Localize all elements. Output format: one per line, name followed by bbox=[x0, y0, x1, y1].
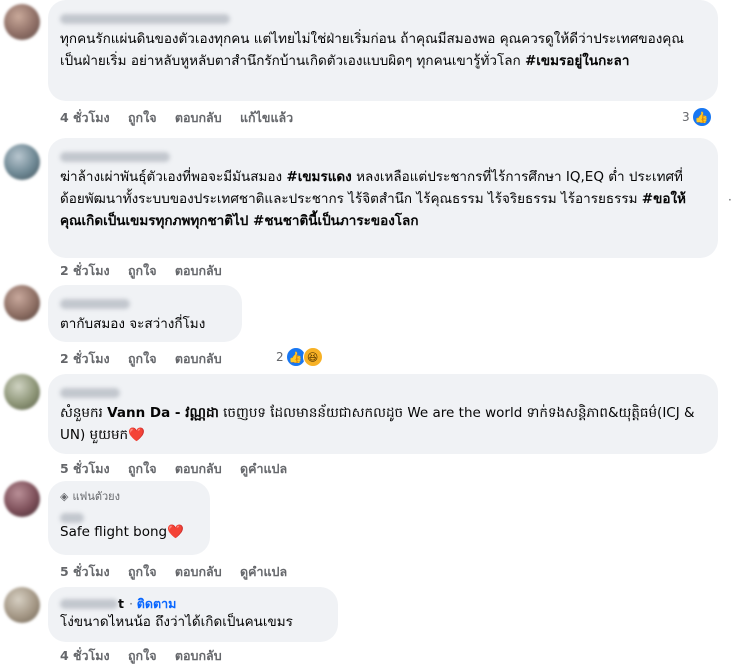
comment-text: โง่ขนาดไหนน้อ ถึงว่าได้เกิดเป็นคนเขมร bbox=[60, 614, 293, 630]
avatar[interactable] bbox=[4, 144, 40, 180]
thumbs-up-icon: 👍 bbox=[691, 107, 712, 127]
reaction-summary[interactable]: 2 👍 😆 bbox=[276, 347, 323, 367]
comment-actions: 2 ชั่วโมง ถูกใจ ตอบกลับ bbox=[60, 261, 236, 281]
timestamp[interactable]: 2 ชั่วโมง bbox=[60, 351, 110, 366]
heart-emoji: ❤️ bbox=[167, 524, 184, 540]
comment-bubble: ทุกคนรักแผ่นดินของตัวเองทุกคน แต่ไทยไม่ใ… bbox=[48, 0, 718, 101]
author-name[interactable] bbox=[60, 146, 706, 162]
avatar[interactable] bbox=[4, 481, 40, 517]
avatar[interactable] bbox=[4, 285, 40, 321]
more-dots-icon[interactable]: · bbox=[728, 193, 732, 207]
timestamp[interactable]: 2 ชั่วโมง bbox=[60, 263, 110, 278]
mention-link[interactable]: Vann Da - វណ្ណដា bbox=[107, 405, 219, 421]
hashtag-link[interactable]: #เขมรแดง bbox=[286, 169, 351, 185]
translate-link[interactable]: ดูคำแปล bbox=[240, 461, 287, 476]
comment-actions: 2 ชั่วโมง ถูกใจ ตอบกลับ bbox=[60, 349, 236, 369]
edited-label[interactable]: แก้ไขแล้ว bbox=[240, 110, 293, 125]
comment-text: ตากับสมอง จะสว่างกี่โมง bbox=[60, 316, 206, 332]
hashtag-link[interactable]: #เขมรอยู่ในกะลา bbox=[525, 53, 629, 69]
reply-button[interactable]: ตอบกลับ bbox=[175, 263, 222, 278]
comment-text: ทุกคนรักแผ่นดินของตัวเองทุกคน แต่ไทยไม่ใ… bbox=[60, 31, 684, 69]
like-button[interactable]: ถูกใจ bbox=[128, 351, 157, 366]
author-name[interactable] bbox=[60, 507, 198, 523]
reply-button[interactable]: ตอบกลับ bbox=[175, 351, 222, 366]
badge-row: ◈ แฟนตัวยง bbox=[60, 487, 198, 505]
reaction-count: 2 bbox=[276, 350, 284, 364]
author-name[interactable] bbox=[60, 382, 706, 398]
reaction-summary[interactable]: 3 👍 bbox=[682, 107, 712, 127]
comment-bubble: ฆ่าล้างเผ่าพันธุ์ตัวเองที่พอจะมีมันสมอง … bbox=[48, 138, 718, 258]
reply-button[interactable]: ตอบกลับ bbox=[175, 461, 222, 476]
author-name[interactable] bbox=[60, 8, 706, 24]
author-name[interactable]: t · ติดตาม bbox=[60, 593, 326, 611]
translate-link[interactable]: ดูคำแปล bbox=[240, 564, 287, 579]
diamond-icon: ◈ bbox=[60, 489, 69, 503]
comment-bubble: t · ติดตาม โง่ขนาดไหนน้อ ถึงว่าได้เกิดเป… bbox=[48, 587, 338, 642]
comment-text: សំនួមករ Vann Da - វណ្ណដា ចេញបទ ដែលមានន័យ… bbox=[60, 405, 695, 443]
reply-button[interactable]: ตอบกลับ bbox=[175, 564, 222, 579]
reaction-count: 3 bbox=[682, 110, 690, 124]
timestamp[interactable]: 5 ชั่วโมง bbox=[60, 564, 110, 579]
top-fan-badge[interactable]: แฟนตัวยง bbox=[72, 487, 120, 505]
comment-bubble: ◈ แฟนตัวยง Safe flight bong❤️ bbox=[48, 481, 210, 555]
heart-emoji: ❤️ bbox=[128, 427, 145, 443]
haha-icon: 😆 bbox=[302, 347, 323, 367]
comment-bubble: សំនួមករ Vann Da - វណ្ណដា ចេញបទ ដែលមានន័យ… bbox=[48, 374, 718, 454]
comment-text: Safe flight bong❤️ bbox=[60, 524, 184, 540]
comment-actions: 5 ชั่วโมง ถูกใจ ตอบกลับ ดูคำแปล bbox=[60, 562, 301, 582]
comment-bubble: ตากับสมอง จะสว่างกี่โมง bbox=[48, 285, 242, 342]
comment-actions: 5 ชั่วโมง ถูกใจ ตอบกลับ ดูคำแปล bbox=[60, 459, 301, 479]
like-button[interactable]: ถูกใจ bbox=[128, 564, 157, 579]
comment-actions: 4 ชั่วโมง ถูกใจ ตอบกลับ bbox=[60, 646, 236, 666]
avatar[interactable] bbox=[4, 374, 40, 410]
avatar[interactable] bbox=[4, 4, 40, 40]
comment-actions: 4 ชั่วโมง ถูกใจ ตอบกลับ แก้ไขแล้ว bbox=[60, 108, 307, 128]
follow-button[interactable]: ติดตาม bbox=[137, 596, 177, 611]
like-button[interactable]: ถูกใจ bbox=[128, 110, 157, 125]
comment-text: ฆ่าล้างเผ่าพันธุ์ตัวเองที่พอจะมีมันสมอง … bbox=[60, 169, 686, 229]
author-suffix[interactable]: t bbox=[118, 596, 124, 611]
like-button[interactable]: ถูกใจ bbox=[128, 263, 157, 278]
timestamp[interactable]: 4 ชั่วโมง bbox=[60, 110, 110, 125]
timestamp[interactable]: 5 ชั่วโมง bbox=[60, 461, 110, 476]
avatar[interactable] bbox=[4, 587, 40, 623]
reply-button[interactable]: ตอบกลับ bbox=[175, 110, 222, 125]
like-button[interactable]: ถูกใจ bbox=[128, 461, 157, 476]
author-name[interactable] bbox=[60, 293, 230, 309]
